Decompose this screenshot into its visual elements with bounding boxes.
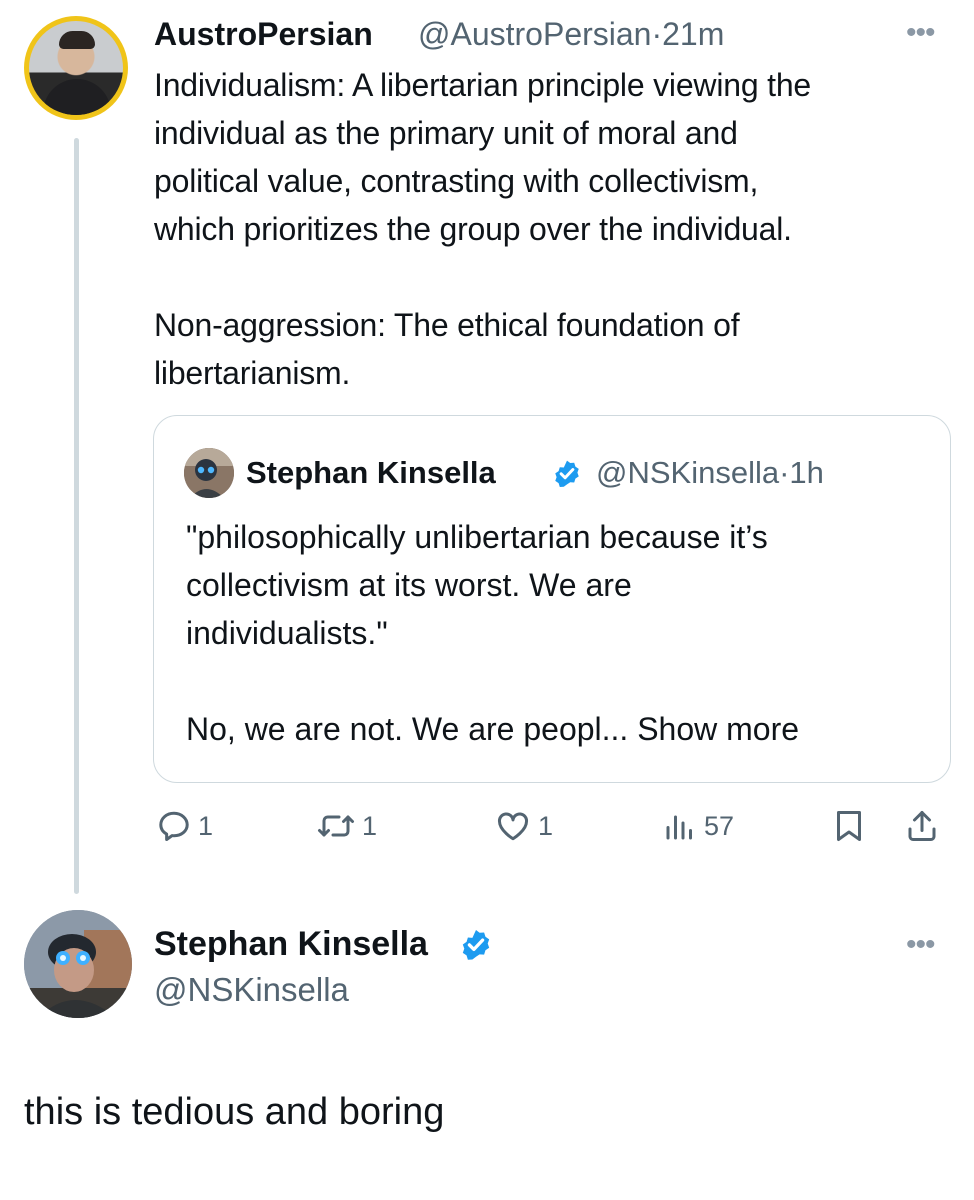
- view-count: 57: [704, 810, 735, 841]
- reply-tweet-text: this is tedious and boring: [24, 1091, 445, 1133]
- reply-count: 1: [198, 810, 214, 841]
- avatar-shirt: [43, 79, 111, 115]
- retweet-button[interactable]: 1: [316, 806, 377, 846]
- quoted-author-meta: @NSKinsella·1h: [596, 453, 824, 493]
- thread-connector-line: [74, 138, 79, 894]
- verified-badge-icon: [551, 457, 583, 489]
- quoted-author-handle: @NSKinsella: [596, 455, 780, 490]
- share-icon: [904, 807, 940, 845]
- meta-separator: ·: [651, 16, 663, 52]
- avatar-photo: [29, 21, 123, 115]
- author-meta: @AustroPersian·21m: [418, 14, 724, 54]
- like-button[interactable]: 1: [494, 806, 553, 846]
- retweet-icon: [316, 808, 356, 844]
- quoted-tweet-timestamp: 1h: [789, 455, 824, 490]
- quoted-author-name: Stephan Kinsella: [246, 455, 496, 490]
- reply-author-name[interactable]: Stephan Kinsella: [154, 922, 428, 966]
- bookmark-icon: [831, 807, 867, 845]
- show-more-link[interactable]: Show more: [637, 711, 799, 747]
- reply-button[interactable]: 1: [156, 806, 213, 846]
- quoted-author-avatar: [184, 448, 234, 498]
- verified-badge-icon[interactable]: [458, 926, 494, 962]
- reply-author-avatar[interactable]: [24, 910, 132, 1018]
- author-name[interactable]: AustroPersian: [154, 14, 373, 54]
- share-button[interactable]: [904, 806, 940, 846]
- avatar-hair: [59, 31, 95, 49]
- tweet-text: Individualism: A libertarian principle v…: [154, 67, 812, 391]
- author-handle[interactable]: @AustroPersian: [418, 16, 651, 52]
- author-avatar[interactable]: [24, 16, 128, 120]
- meta-separator: ·: [779, 455, 790, 490]
- retweet-count: 1: [362, 810, 378, 841]
- tweet-timestamp[interactable]: 21m: [662, 16, 724, 52]
- more-options-icon[interactable]: •••: [906, 18, 935, 48]
- views-icon: [662, 808, 698, 844]
- like-count: 1: [538, 810, 554, 841]
- quoted-tweet-text: "philosophically unlibertarian because i…: [186, 513, 926, 753]
- reply-author-handle[interactable]: @NSKinsella: [154, 968, 349, 1012]
- views-button[interactable]: 57: [662, 806, 734, 846]
- reply-icon: [156, 808, 192, 844]
- bookmark-button[interactable]: [831, 806, 867, 846]
- like-icon: [494, 808, 532, 844]
- more-options-icon[interactable]: •••: [906, 930, 935, 960]
